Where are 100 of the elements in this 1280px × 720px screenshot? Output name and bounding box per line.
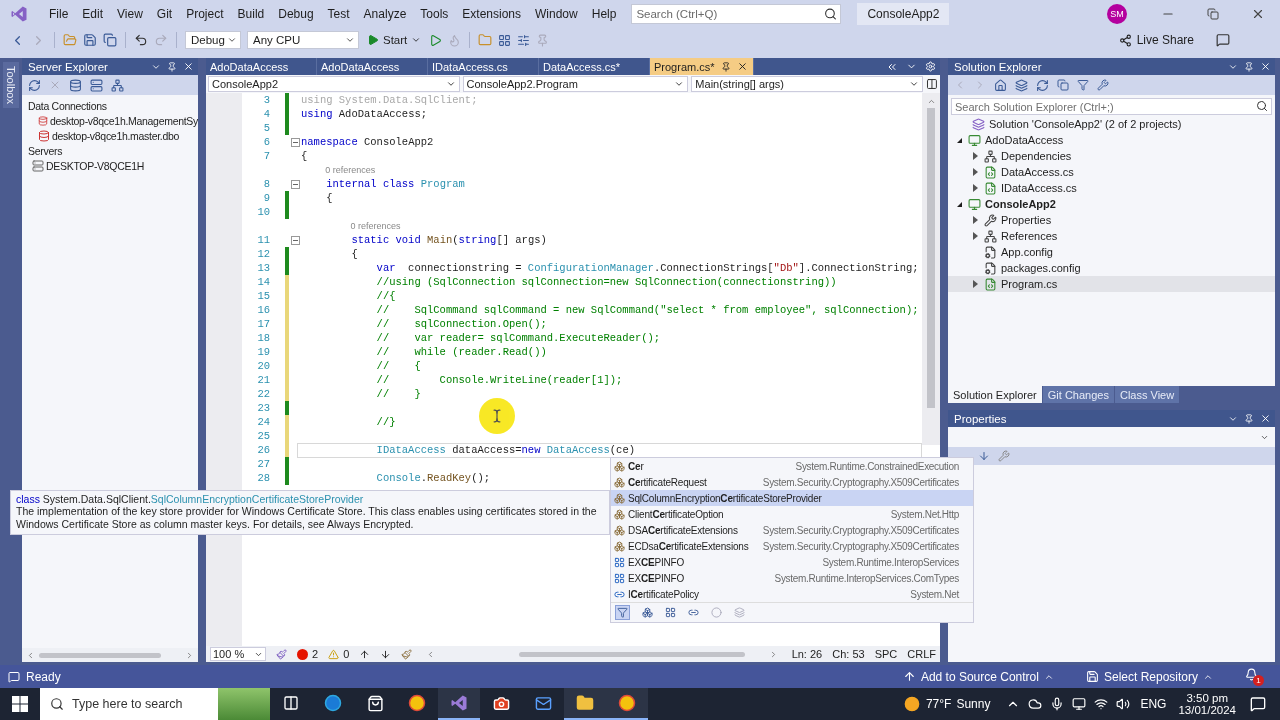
refresh-icon[interactable] (28, 78, 41, 92)
split-icon[interactable] (926, 78, 938, 90)
menu-item[interactable]: File (42, 5, 76, 23)
collapse-icon[interactable] (290, 137, 300, 147)
navigation-dropdown[interactable]: ConsoleApp2.Program (462, 76, 689, 92)
language-indicator[interactable]: ENG (1140, 697, 1167, 711)
clock[interactable]: 3:50 pm 13/01/2024 (1178, 692, 1236, 716)
class-filter-icon[interactable] (642, 607, 653, 618)
notification-center-icon[interactable] (1250, 696, 1266, 712)
tree-item[interactable]: DataAccess.cs (948, 164, 1275, 180)
navigation-dropdown[interactable]: ConsoleApp2 (208, 76, 460, 92)
pin-icon[interactable] (1244, 413, 1254, 424)
horizontal-scrollbar[interactable] (22, 648, 198, 662)
menu-item[interactable]: Test (320, 5, 357, 23)
sliders-icon[interactable] (517, 33, 531, 47)
completion-item[interactable]: Cer System.Runtime.ConstrainedExecution (611, 458, 973, 474)
expand-arrow-icon[interactable] (972, 168, 978, 176)
taskbar-search-field[interactable]: Type here to search (40, 688, 218, 720)
wifi-icon[interactable] (1094, 697, 1109, 711)
taskbar-app-button[interactable] (606, 688, 648, 720)
taskbar-app-button[interactable] (438, 688, 480, 720)
editor-tab[interactable]: Program.cs* (650, 58, 754, 75)
scroll-right-icon[interactable] (185, 650, 194, 660)
expand-arrow-icon[interactable] (972, 152, 978, 160)
tree-item[interactable]: App.config (948, 244, 1275, 260)
tree-item[interactable]: Data Connections (28, 99, 107, 112)
pin-icon[interactable] (1244, 61, 1254, 72)
tree-item[interactable]: Properties (948, 212, 1275, 228)
collapse-arrow-icon[interactable] (956, 137, 962, 143)
menu-item[interactable]: Build (230, 5, 272, 23)
panel-tab[interactable]: Git Changes (1042, 386, 1114, 403)
start-button[interactable]: Start (365, 34, 424, 46)
cleanup-icon[interactable] (401, 648, 413, 660)
completion-item[interactable]: ICertificatePolicy System.Net (611, 586, 973, 602)
undo-icon[interactable] (134, 33, 148, 47)
menu-item[interactable]: Help (584, 5, 624, 23)
switch-views-icon[interactable] (1015, 78, 1028, 92)
server-icon[interactable] (90, 78, 103, 92)
warning-count[interactable]: 0 (328, 648, 350, 660)
filter-icon[interactable] (1077, 79, 1089, 91)
tree-item[interactable]: ConsoleApp2 (948, 196, 1275, 212)
completion-item[interactable]: CertificateRequest System.Security.Cryptography.X509Certificates (611, 474, 973, 490)
code-lens-link[interactable]: 0 references (325, 165, 376, 175)
completion-item[interactable]: DSACertificateExtensions System.Security.Cryptography.X509Certificates (611, 522, 973, 538)
refresh-icon[interactable] (1036, 78, 1049, 92)
select-repository-button[interactable]: Select Repository (1079, 668, 1219, 685)
speaker-icon[interactable] (1116, 697, 1131, 711)
completion-item[interactable]: EXCEPINFO System.Runtime.InteropServices (611, 554, 973, 570)
database-icon[interactable] (69, 78, 82, 92)
expand-arrow-icon[interactable] (972, 184, 978, 192)
menu-item[interactable]: View (110, 5, 150, 23)
grid-icon[interactable] (498, 33, 512, 47)
menu-item[interactable]: Project (179, 5, 231, 23)
completion-item[interactable]: EXCEPINFO System.Runtime.InteropServices.ComTypes (611, 570, 973, 586)
collapse-icon[interactable] (290, 179, 300, 189)
tree-item[interactable]: packages.config (948, 260, 1275, 276)
configuration-select[interactable]: Debug (185, 31, 241, 49)
add-to-source-control-button[interactable]: Add to Source Control (896, 668, 1060, 685)
settings-icon[interactable] (925, 61, 936, 72)
panel-tab[interactable]: Class View (1114, 386, 1180, 403)
menu-item[interactable]: Debug (271, 5, 321, 23)
cloud-icon[interactable] (1028, 697, 1043, 711)
error-count[interactable]: 2 (297, 648, 319, 660)
search-field[interactable]: Search Solution Explorer (Ctrl+;) (951, 98, 1272, 115)
tree-item[interactable]: AdoDataAccess (948, 132, 1275, 148)
tree-item[interactable]: Solution 'ConsoleApp2' (2 of 2 projects) (948, 116, 1275, 132)
tree-item[interactable]: Program.cs (948, 276, 1275, 292)
brush-icon[interactable] (276, 648, 287, 660)
filter-icon[interactable] (615, 605, 630, 620)
feedback-icon[interactable] (1216, 33, 1230, 47)
save-icon[interactable] (83, 33, 97, 47)
vertical-scrollbar[interactable] (922, 93, 940, 445)
properties-icon[interactable] (1097, 79, 1109, 91)
menu-item[interactable]: Window (528, 5, 585, 23)
close-icon[interactable] (736, 61, 748, 72)
sort-icon[interactable] (978, 450, 990, 462)
completion-item[interactable]: ECDsaCertificateExtensions System.Security.Cryptography.X509Certificates (611, 538, 973, 554)
close-icon[interactable] (1260, 61, 1271, 72)
tree-item[interactable]: desktop-v8qce1h.master.dbo (52, 129, 180, 142)
close-icon[interactable] (1260, 413, 1271, 424)
tree-item[interactable]: Dependencies (948, 148, 1275, 164)
menu-item[interactable]: Git (149, 5, 180, 23)
panel-tab[interactable]: Solution Explorer (948, 386, 1042, 403)
platform-select[interactable]: Any CPU (247, 31, 359, 49)
collapse-icon[interactable] (290, 235, 300, 245)
display-icon[interactable] (1072, 697, 1087, 711)
scroll-left-icon[interactable] (26, 650, 35, 660)
menu-item[interactable]: Edit (75, 5, 111, 23)
pin-icon[interactable] (720, 61, 731, 72)
struct-filter-icon[interactable] (665, 607, 676, 618)
scroll-up-icon[interactable] (926, 97, 936, 106)
live-share-button[interactable]: Live Share (1112, 32, 1200, 48)
completion-item[interactable]: SqlColumnEncryptionCertificateStoreProvider (611, 490, 973, 506)
search-field[interactable]: Search (Ctrl+Q) (631, 4, 842, 24)
tree-item[interactable]: IDataAccess.cs (948, 180, 1275, 196)
tree-item[interactable]: DESKTOP-V8QCE1H (46, 159, 144, 172)
completion-item[interactable]: ClientCertificateOption System.Net.Http (611, 506, 973, 522)
menu-item[interactable]: Extensions (455, 5, 529, 23)
notifications-button[interactable]: 1 (1245, 667, 1264, 686)
collapse-arrow-icon[interactable] (956, 201, 962, 207)
